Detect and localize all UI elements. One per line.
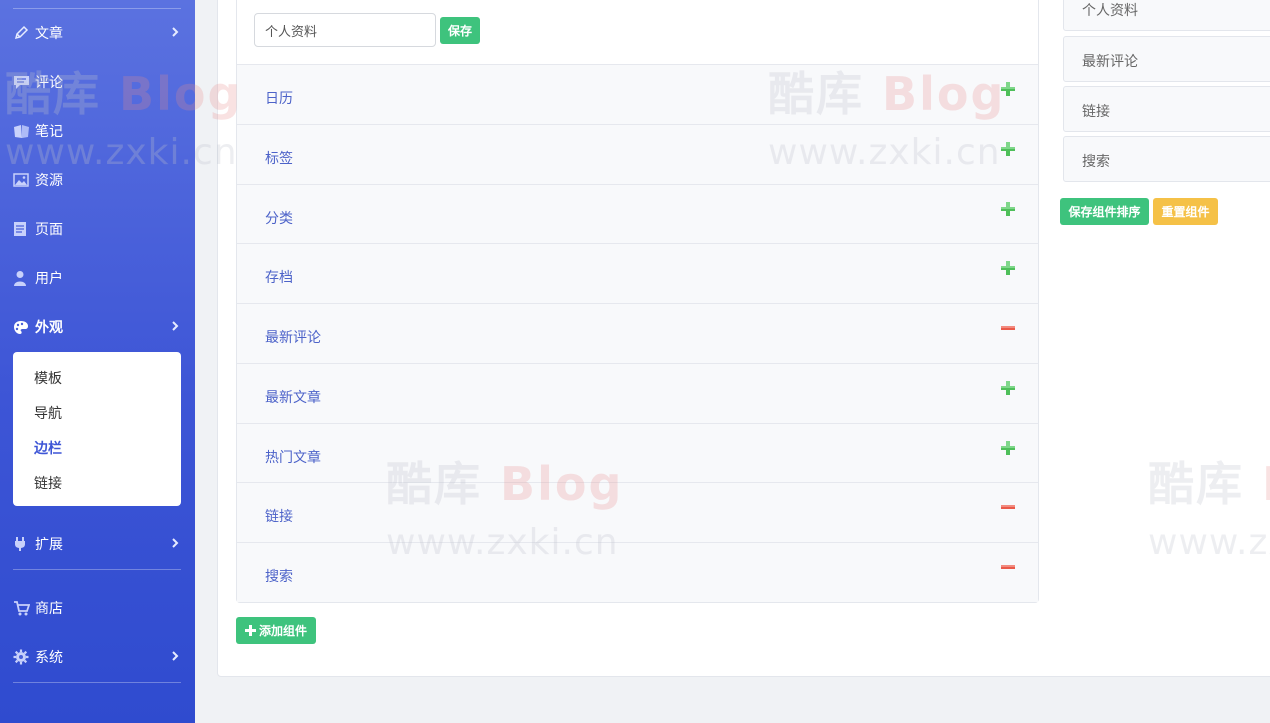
sidebar-item-label: 文章 bbox=[35, 26, 63, 42]
active-widget-label: 个人资料 bbox=[1082, 3, 1138, 19]
widget-row[interactable]: 搜索 bbox=[237, 542, 1038, 602]
minus-icon[interactable] bbox=[1000, 559, 1016, 575]
sidebar: 文章 评论 笔记 资源 页面 用户 外观 模板 导航 边栏 链接 扩展 商店 系… bbox=[0, 0, 195, 723]
widget-label: 最新文章 bbox=[265, 390, 321, 406]
save-order-button[interactable]: 保存组件排序 bbox=[1060, 198, 1149, 225]
user-icon bbox=[13, 270, 33, 286]
save-button[interactable]: 保存 bbox=[440, 17, 480, 44]
sidebar-item-label: 系统 bbox=[35, 650, 63, 666]
notebook-icon bbox=[13, 124, 33, 139]
image-icon bbox=[13, 173, 33, 187]
sidebar-divider bbox=[13, 682, 181, 683]
reset-widgets-button[interactable]: 重置组件 bbox=[1153, 198, 1218, 225]
active-widget-item[interactable]: 链接 bbox=[1063, 86, 1270, 132]
chevron-right-icon bbox=[171, 26, 179, 42]
submenu-item-navigation[interactable]: 导航 bbox=[34, 403, 62, 423]
chevron-right-icon bbox=[171, 537, 179, 553]
active-widget-item[interactable]: 个人资料 bbox=[1063, 0, 1270, 31]
widget-title-input[interactable] bbox=[254, 13, 436, 47]
plus-icon[interactable] bbox=[1000, 260, 1016, 276]
palette-icon bbox=[13, 320, 33, 335]
widget-row[interactable]: 日历 bbox=[237, 64, 1038, 124]
chevron-right-icon bbox=[171, 650, 179, 666]
widget-row[interactable]: 存档 bbox=[237, 243, 1038, 303]
widget-row[interactable]: 链接 bbox=[237, 482, 1038, 542]
plus-icon[interactable] bbox=[1000, 201, 1016, 217]
chevron-right-icon bbox=[171, 320, 179, 336]
pencil-icon bbox=[13, 25, 33, 41]
submenu-item-templates[interactable]: 模板 bbox=[34, 368, 62, 388]
sidebar-item-extensions[interactable]: 扩展 bbox=[0, 529, 195, 559]
comment-icon bbox=[13, 75, 33, 90]
sidebar-item-system[interactable]: 系统 bbox=[0, 642, 195, 672]
sidebar-item-label: 笔记 bbox=[35, 124, 63, 140]
widget-row[interactable]: 热门文章 bbox=[237, 423, 1038, 483]
widget-label: 标签 bbox=[265, 151, 293, 167]
widget-label: 链接 bbox=[265, 509, 293, 525]
widget-label: 分类 bbox=[265, 211, 293, 227]
submenu-item-links[interactable]: 链接 bbox=[34, 473, 62, 493]
sidebar-item-notes[interactable]: 笔记 bbox=[0, 116, 195, 146]
minus-icon[interactable] bbox=[1000, 499, 1016, 515]
sidebar-item-label: 用户 bbox=[35, 271, 63, 287]
sidebar-item-label: 页面 bbox=[35, 222, 63, 238]
widget-label: 日历 bbox=[265, 91, 293, 107]
active-widget-label: 搜索 bbox=[1082, 154, 1110, 170]
active-widget-label: 链接 bbox=[1082, 104, 1110, 120]
sidebar-item-users[interactable]: 用户 bbox=[0, 263, 195, 293]
minus-icon[interactable] bbox=[1000, 320, 1016, 336]
sidebar-divider bbox=[13, 569, 181, 570]
submenu-item-sidebar[interactable]: 边栏 bbox=[34, 438, 62, 458]
sidebar-item-label: 评论 bbox=[35, 75, 63, 91]
gear-icon bbox=[13, 649, 33, 665]
plug-icon bbox=[13, 536, 33, 552]
sidebar-item-label: 资源 bbox=[35, 173, 63, 189]
plus-icon[interactable] bbox=[1000, 81, 1016, 97]
sidebar-item-appearance[interactable]: 外观 bbox=[0, 312, 195, 342]
sidebar-item-articles[interactable]: 文章 bbox=[0, 18, 195, 48]
sidebar-item-pages[interactable]: 页面 bbox=[0, 214, 195, 244]
add-widget-label: 添加组件 bbox=[258, 624, 307, 638]
plus-icon bbox=[244, 625, 256, 636]
widget-row[interactable]: 最新文章 bbox=[237, 363, 1038, 423]
sidebar-item-store[interactable]: 商店 bbox=[0, 593, 195, 623]
active-widget-item[interactable]: 最新评论 bbox=[1063, 36, 1270, 82]
cart-icon bbox=[13, 600, 33, 616]
widget-label: 存档 bbox=[265, 270, 293, 286]
plus-icon[interactable] bbox=[1000, 380, 1016, 396]
add-widget-button[interactable]: 添加组件 bbox=[236, 617, 316, 644]
widget-row[interactable]: 最新评论 bbox=[237, 303, 1038, 363]
widget-label: 热门文章 bbox=[265, 450, 321, 466]
plus-icon[interactable] bbox=[1000, 141, 1016, 157]
widget-label: 搜索 bbox=[265, 569, 293, 585]
sidebar-divider bbox=[13, 8, 181, 9]
sidebar-item-comments[interactable]: 评论 bbox=[0, 67, 195, 97]
appearance-submenu: 模板 导航 边栏 链接 bbox=[13, 352, 181, 506]
widget-label: 最新评论 bbox=[265, 330, 321, 346]
widget-row[interactable]: 标签 bbox=[237, 124, 1038, 184]
sidebar-item-label: 商店 bbox=[35, 601, 63, 617]
active-widget-label: 最新评论 bbox=[1082, 54, 1138, 70]
page-icon bbox=[13, 221, 33, 237]
active-widget-item[interactable]: 搜索 bbox=[1063, 136, 1270, 182]
plus-icon[interactable] bbox=[1000, 440, 1016, 456]
sidebar-item-resources[interactable]: 资源 bbox=[0, 165, 195, 195]
sidebar-item-label: 外观 bbox=[35, 320, 63, 336]
widget-row[interactable]: 分类 bbox=[237, 184, 1038, 244]
sidebar-item-label: 扩展 bbox=[35, 537, 63, 553]
